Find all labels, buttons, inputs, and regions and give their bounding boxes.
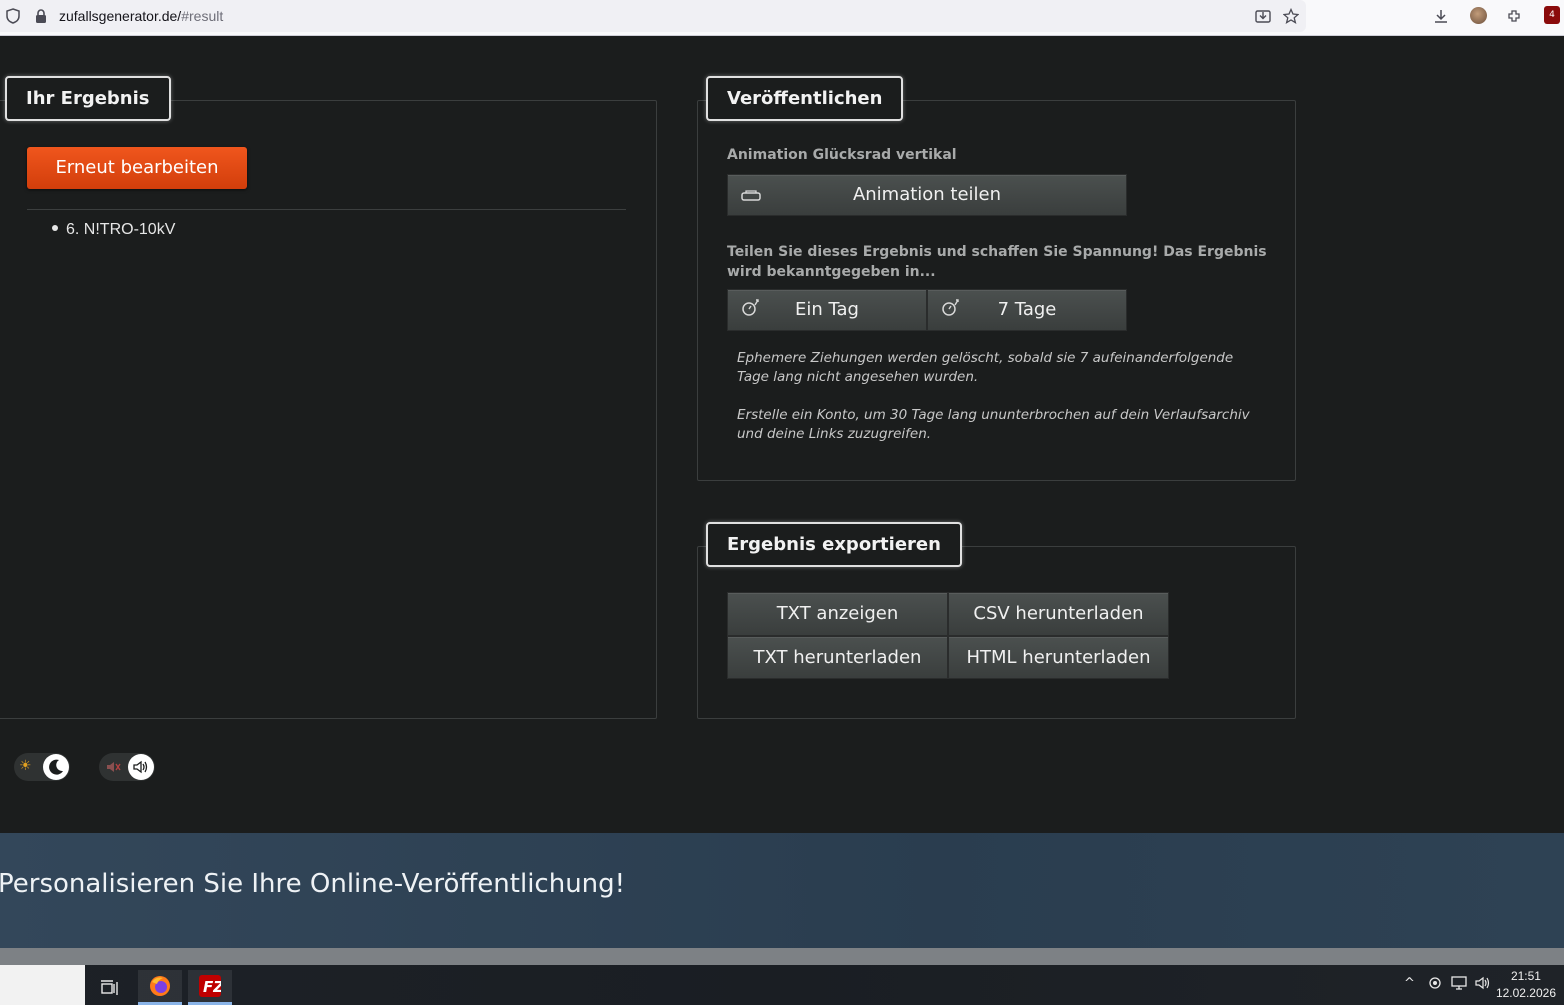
bullet-icon: [52, 224, 58, 231]
csv-download-button[interactable]: CSV herunterladen: [948, 592, 1169, 636]
theme-toggle[interactable]: ☀: [14, 753, 70, 781]
clock-date: 12.02.2026: [1495, 986, 1556, 1000]
delay-seven-days-button[interactable]: 7 Tage: [927, 289, 1127, 331]
projector-icon: [740, 175, 762, 215]
tray-chevron-icon[interactable]: ^: [1404, 976, 1415, 991]
result-legend: Ihr Ergebnis: [5, 76, 171, 121]
install-page-icon[interactable]: [1254, 7, 1272, 25]
downloads-icon[interactable]: [1432, 7, 1450, 25]
timer-icon: [940, 293, 962, 333]
svg-text:FZ: FZ: [203, 978, 221, 996]
taskbar: FZ ^ 21:51 12.02.2026: [0, 965, 1564, 1005]
footer-band: [0, 948, 1564, 965]
task-view-icon[interactable]: [88, 970, 132, 1005]
lock-icon[interactable]: [32, 7, 50, 25]
account-avatar[interactable]: [1470, 7, 1487, 24]
ublock-extension-icon[interactable]: 4: [1544, 6, 1560, 24]
txt-show-button[interactable]: TXT anzeigen: [727, 592, 948, 636]
result-item-text: 6. N!TRO-10kV: [66, 221, 176, 238]
mute-icon: [105, 759, 121, 779]
txt-download-button[interactable]: TXT herunterladen: [727, 636, 948, 679]
tray-camera-icon[interactable]: [1428, 976, 1442, 994]
result-panel: [0, 100, 657, 719]
extensions-icon[interactable]: [1505, 7, 1523, 25]
share-prompt: Teilen Sie dieses Ergebnis und schaffen …: [727, 244, 1267, 280]
banner-title: Personalisieren Sie Ihre Online-Veröffen…: [0, 869, 626, 899]
delay-one-day-label: Ein Tag: [795, 299, 859, 320]
shield-icon[interactable]: [4, 7, 22, 25]
timer-icon: [740, 293, 762, 333]
edit-again-button[interactable]: Erneut bearbeiten: [27, 147, 247, 189]
url-text[interactable]: zufallsgenerator.de/#result: [59, 8, 223, 24]
volume-icon[interactable]: [1475, 976, 1491, 994]
taskbar-search-box[interactable]: [0, 965, 85, 1005]
list-item: 6. N!TRO-10kV: [52, 221, 175, 239]
taskbar-clock[interactable]: 21:51 12.02.2026: [1496, 968, 1556, 1002]
firefox-taskbar-icon[interactable]: [138, 970, 182, 1005]
html-download-button[interactable]: HTML herunterladen: [948, 636, 1169, 679]
clock-time: 21:51: [1510, 969, 1541, 983]
share-animation-label: Animation teilen: [852, 184, 1002, 205]
delay-one-day-button[interactable]: Ein Tag: [727, 289, 927, 331]
bookmark-star-icon[interactable]: [1282, 7, 1300, 25]
promo-banner: Personalisieren Sie Ihre Online-Veröffen…: [0, 833, 1564, 948]
sun-icon: ☀: [19, 758, 32, 774]
ephemeral-note: Ephemere Ziehungen werden gelöscht, soba…: [737, 350, 1234, 385]
sound-toggle[interactable]: [99, 753, 155, 781]
animation-label: Animation Glücksrad vertikal: [727, 147, 957, 163]
divider: [27, 209, 626, 210]
filezilla-taskbar-icon[interactable]: FZ: [188, 970, 232, 1005]
moon-icon: [43, 754, 69, 780]
export-legend: Ergebnis exportieren: [706, 522, 962, 567]
publish-legend: Veröffentlichen: [706, 76, 904, 121]
delay-seven-days-label: 7 Tage: [997, 299, 1057, 320]
account-note: Erstelle ein Konto, um 30 Tage lang unun…: [737, 407, 1250, 442]
share-animation-button[interactable]: Animation teilen: [727, 174, 1127, 216]
network-icon[interactable]: [1451, 976, 1467, 994]
browser-toolbar: zufallsgenerator.de/#result 4: [0, 0, 1564, 36]
speaker-icon: [128, 754, 154, 780]
